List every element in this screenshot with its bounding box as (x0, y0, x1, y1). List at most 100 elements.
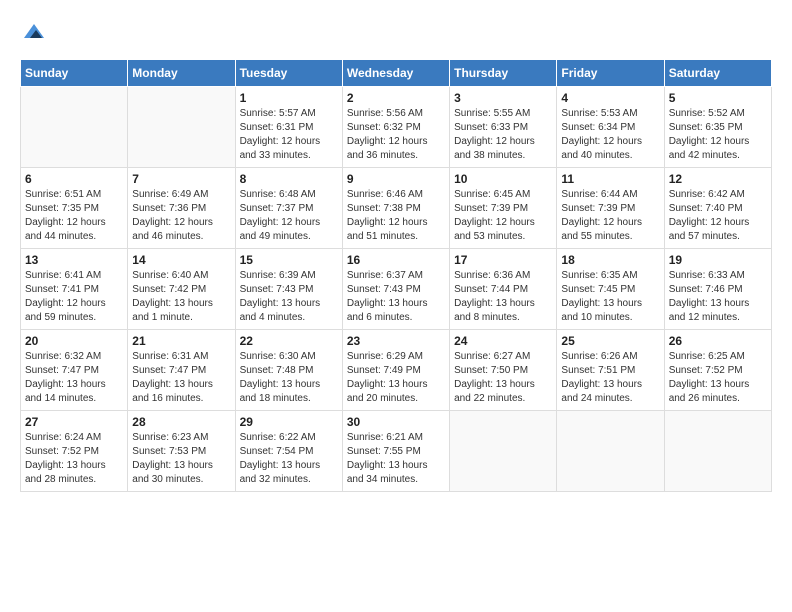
day-number: 23 (347, 334, 445, 348)
calendar-cell: 3 Sunrise: 5:55 AM Sunset: 6:33 PM Daylig… (450, 86, 557, 167)
day-detail: Sunrise: 6:44 AM Sunset: 7:39 PM Dayligh… (561, 188, 659, 244)
day-detail: Sunrise: 5:55 AM Sunset: 6:33 PM Dayligh… (454, 107, 552, 163)
day-number: 13 (25, 253, 123, 267)
weekday-header-monday: Monday (128, 59, 235, 86)
calendar-cell: 12 Sunrise: 6:42 AM Sunset: 7:40 PM Dayli… (664, 167, 771, 248)
page-header (20, 20, 772, 49)
weekday-header-tuesday: Tuesday (235, 59, 342, 86)
calendar-week-row: 1Sunrise: 5:57 AM Sunset: 6:31 PM Daylig… (21, 86, 772, 167)
day-number: 6 (25, 172, 123, 186)
day-detail: Sunrise: 6:27 AM Sunset: 7:50 PM Dayligh… (454, 350, 552, 406)
day-detail: Sunrise: 6:51 AM Sunset: 7:35 PM Dayligh… (25, 188, 123, 244)
day-detail: Sunrise: 6:40 AM Sunset: 7:42 PM Dayligh… (132, 269, 230, 325)
calendar-cell: 4 Sunrise: 5:53 AM Sunset: 6:34 PM Daylig… (557, 86, 664, 167)
calendar-cell: 13 Sunrise: 6:41 AM Sunset: 7:41 PM Dayli… (21, 248, 128, 329)
calendar-week-row: 6 Sunrise: 6:51 AM Sunset: 7:35 PM Daylig… (21, 167, 772, 248)
day-detail: Sunrise: 6:42 AM Sunset: 7:40 PM Dayligh… (669, 188, 767, 244)
day-number: 20 (25, 334, 123, 348)
day-detail: Sunrise: 6:23 AM Sunset: 7:53 PM Dayligh… (132, 431, 230, 487)
day-number: 25 (561, 334, 659, 348)
day-number: 29 (240, 415, 338, 429)
day-detail: Sunrise: 6:46 AM Sunset: 7:38 PM Dayligh… (347, 188, 445, 244)
calendar-cell: 29 Sunrise: 6:22 AM Sunset: 7:54 PM Dayli… (235, 410, 342, 491)
logo (20, 20, 46, 49)
weekday-header-wednesday: Wednesday (342, 59, 449, 86)
day-detail: Sunrise: 6:33 AM Sunset: 7:46 PM Dayligh… (669, 269, 767, 325)
calendar-cell (664, 410, 771, 491)
day-detail: Sunrise: 6:24 AM Sunset: 7:52 PM Dayligh… (25, 431, 123, 487)
logo-text (20, 20, 46, 49)
day-detail: Sunrise: 5:53 AM Sunset: 6:34 PM Dayligh… (561, 107, 659, 163)
day-detail: Sunrise: 6:45 AM Sunset: 7:39 PM Dayligh… (454, 188, 552, 244)
day-number: 28 (132, 415, 230, 429)
day-number: 16 (347, 253, 445, 267)
day-number: 9 (347, 172, 445, 186)
calendar-cell: 23 Sunrise: 6:29 AM Sunset: 7:49 PM Dayli… (342, 329, 449, 410)
day-number: 18 (561, 253, 659, 267)
day-number: 15 (240, 253, 338, 267)
day-detail: Sunrise: 6:29 AM Sunset: 7:49 PM Dayligh… (347, 350, 445, 406)
day-number: 2 (347, 91, 445, 105)
day-number: 7 (132, 172, 230, 186)
day-detail: Sunrise: 6:48 AM Sunset: 7:37 PM Dayligh… (240, 188, 338, 244)
day-detail: Sunrise: 5:52 AM Sunset: 6:35 PM Dayligh… (669, 107, 767, 163)
day-number: 5 (669, 91, 767, 105)
calendar-cell: 10 Sunrise: 6:45 AM Sunset: 7:39 PM Dayli… (450, 167, 557, 248)
calendar-cell (450, 410, 557, 491)
calendar-cell: 28 Sunrise: 6:23 AM Sunset: 7:53 PM Dayli… (128, 410, 235, 491)
day-number: 8 (240, 172, 338, 186)
day-number: 3 (454, 91, 552, 105)
calendar-cell: 5 Sunrise: 5:52 AM Sunset: 6:35 PM Daylig… (664, 86, 771, 167)
weekday-header-sunday: Sunday (21, 59, 128, 86)
calendar-cell: 30Sunrise: 6:21 AM Sunset: 7:55 PM Dayli… (342, 410, 449, 491)
calendar-cell: 11Sunrise: 6:44 AM Sunset: 7:39 PM Dayli… (557, 167, 664, 248)
day-number: 21 (132, 334, 230, 348)
day-number: 4 (561, 91, 659, 105)
calendar-cell: 16 Sunrise: 6:37 AM Sunset: 7:43 PM Dayli… (342, 248, 449, 329)
calendar-cell (21, 86, 128, 167)
weekday-header-friday: Friday (557, 59, 664, 86)
day-number: 17 (454, 253, 552, 267)
calendar-cell: 7 Sunrise: 6:49 AM Sunset: 7:36 PM Daylig… (128, 167, 235, 248)
calendar-cell: 18 Sunrise: 6:35 AM Sunset: 7:45 PM Dayli… (557, 248, 664, 329)
calendar-cell: 21 Sunrise: 6:31 AM Sunset: 7:47 PM Dayli… (128, 329, 235, 410)
day-number: 24 (454, 334, 552, 348)
calendar-week-row: 20 Sunrise: 6:32 AM Sunset: 7:47 PM Dayli… (21, 329, 772, 410)
day-detail: Sunrise: 6:31 AM Sunset: 7:47 PM Dayligh… (132, 350, 230, 406)
day-detail: Sunrise: 6:32 AM Sunset: 7:47 PM Dayligh… (25, 350, 123, 406)
calendar-cell: 9 Sunrise: 6:46 AM Sunset: 7:38 PM Daylig… (342, 167, 449, 248)
calendar-cell: 2 Sunrise: 5:56 AM Sunset: 6:32 PM Daylig… (342, 86, 449, 167)
day-number: 12 (669, 172, 767, 186)
weekday-header-thursday: Thursday (450, 59, 557, 86)
calendar-cell: 27 Sunrise: 6:24 AM Sunset: 7:52 PM Dayli… (21, 410, 128, 491)
day-number: 14 (132, 253, 230, 267)
day-detail: Sunrise: 6:30 AM Sunset: 7:48 PM Dayligh… (240, 350, 338, 406)
day-detail: Sunrise: 6:21 AM Sunset: 7:55 PM Dayligh… (347, 431, 445, 487)
day-detail: Sunrise: 6:22 AM Sunset: 7:54 PM Dayligh… (240, 431, 338, 487)
weekday-header-saturday: Saturday (664, 59, 771, 86)
day-detail: Sunrise: 6:39 AM Sunset: 7:43 PM Dayligh… (240, 269, 338, 325)
calendar-cell: 24 Sunrise: 6:27 AM Sunset: 7:50 PM Dayli… (450, 329, 557, 410)
day-detail: Sunrise: 6:25 AM Sunset: 7:52 PM Dayligh… (669, 350, 767, 406)
day-number: 22 (240, 334, 338, 348)
day-detail: Sunrise: 6:26 AM Sunset: 7:51 PM Dayligh… (561, 350, 659, 406)
calendar-cell: 1Sunrise: 5:57 AM Sunset: 6:31 PM Daylig… (235, 86, 342, 167)
calendar-week-row: 13 Sunrise: 6:41 AM Sunset: 7:41 PM Dayli… (21, 248, 772, 329)
day-detail: Sunrise: 6:35 AM Sunset: 7:45 PM Dayligh… (561, 269, 659, 325)
calendar-cell (128, 86, 235, 167)
day-number: 26 (669, 334, 767, 348)
day-detail: Sunrise: 6:37 AM Sunset: 7:43 PM Dayligh… (347, 269, 445, 325)
calendar-cell: 8 Sunrise: 6:48 AM Sunset: 7:37 PM Daylig… (235, 167, 342, 248)
day-detail: Sunrise: 5:57 AM Sunset: 6:31 PM Dayligh… (240, 107, 338, 163)
calendar-cell: 25 Sunrise: 6:26 AM Sunset: 7:51 PM Dayli… (557, 329, 664, 410)
calendar-cell: 26 Sunrise: 6:25 AM Sunset: 7:52 PM Dayli… (664, 329, 771, 410)
day-number: 27 (25, 415, 123, 429)
calendar-cell: 6 Sunrise: 6:51 AM Sunset: 7:35 PM Daylig… (21, 167, 128, 248)
calendar-cell (557, 410, 664, 491)
day-detail: Sunrise: 6:41 AM Sunset: 7:41 PM Dayligh… (25, 269, 123, 325)
day-detail: Sunrise: 6:49 AM Sunset: 7:36 PM Dayligh… (132, 188, 230, 244)
day-detail: Sunrise: 5:56 AM Sunset: 6:32 PM Dayligh… (347, 107, 445, 163)
logo-icon (22, 20, 46, 44)
calendar-week-row: 27 Sunrise: 6:24 AM Sunset: 7:52 PM Dayli… (21, 410, 772, 491)
day-number: 10 (454, 172, 552, 186)
